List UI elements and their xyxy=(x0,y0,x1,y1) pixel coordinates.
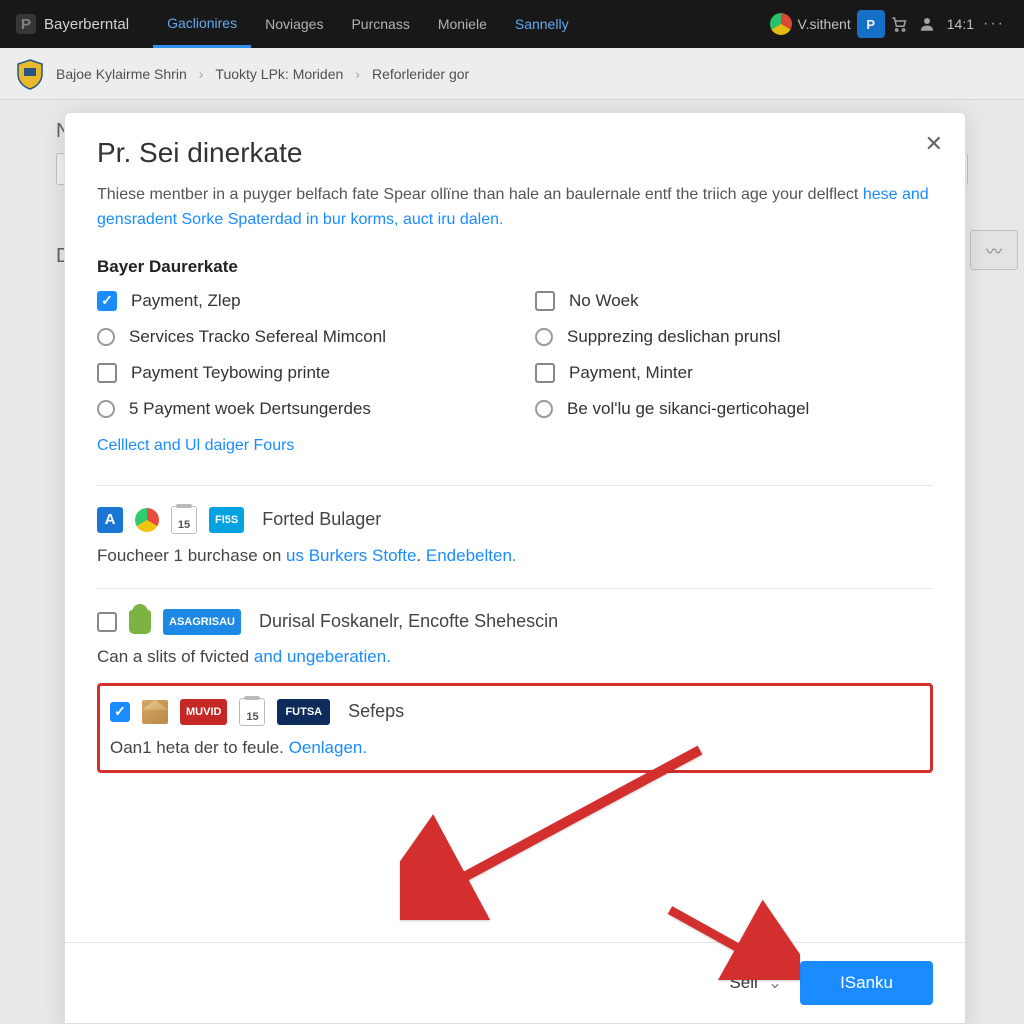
checkbox-icon[interactable] xyxy=(97,612,117,632)
option-label: 5 Payment woek Dertsungerdes xyxy=(129,399,371,419)
option-payment-zlep[interactable]: Payment, Zlep xyxy=(97,291,495,311)
option-label: Be vol'lu ge sikanci-gerticohagel xyxy=(567,399,809,419)
modal-title: Pr. Sei dinerkate xyxy=(97,137,933,169)
section-title: Bayer Daurerkate xyxy=(97,257,933,277)
provider-sub-text: Oan1 heta der to feule. xyxy=(110,738,284,757)
provider-row-forted: A 15 FI5S Forted Bulager Foucheer 1 burc… xyxy=(97,504,933,576)
provider-sub-link[interactable]: and ungeberatien. xyxy=(254,647,391,666)
footer-select-label: Sell xyxy=(729,973,757,993)
option-label: Payment, Zlep xyxy=(131,291,241,311)
calendar-icon: 15 xyxy=(171,506,197,534)
modal-desc-text: Thiese mentber in a puyger belfach fate … xyxy=(97,186,858,203)
option-label: Payment Teybowing printe xyxy=(131,363,330,383)
provider-label: Forted Bulager xyxy=(262,509,381,530)
package-icon xyxy=(142,700,168,724)
option-services-tracko[interactable]: Services Tracko Sefereal Mimconl xyxy=(97,327,495,347)
option-be-vollu[interactable]: Be vol'lu ge sikanci-gerticohagel xyxy=(535,399,933,419)
provider-sub-link[interactable]: Oenlagen. xyxy=(289,738,367,757)
provider-sub-link1[interactable]: us Burkers Stofte xyxy=(286,546,416,565)
checkbox-icon[interactable] xyxy=(535,363,555,383)
option-label: Payment, Minter xyxy=(569,363,693,383)
option-label: Services Tracko Sefereal Mimconl xyxy=(129,327,386,347)
checkbox-icon[interactable] xyxy=(97,291,117,311)
radio-icon[interactable] xyxy=(535,400,553,418)
calendar-icon: 15 xyxy=(239,698,265,726)
provider-label: Durisal Foskanelr, Encofte Shehescin xyxy=(259,611,558,632)
badge-a-icon: A xyxy=(97,507,123,533)
collect-fours-link[interactable]: Celllect and Ul daiger Fours xyxy=(97,437,294,455)
badge-fiss: FI5S xyxy=(209,507,244,533)
provider-row-durisal: ASAGRISAU Durisal Foskanelr, Encofte She… xyxy=(97,607,933,677)
badge-futsa: FUTSA xyxy=(277,699,330,725)
radio-icon[interactable] xyxy=(535,328,553,346)
provider-subtext: Oan1 heta der to feule. Oenlagen. xyxy=(110,738,920,758)
footer-select[interactable]: Sell ⌄ xyxy=(729,973,782,993)
option-payment-teybowing[interactable]: Payment Teybowing printe xyxy=(97,363,495,383)
option-label: No Woek xyxy=(569,291,639,311)
highlighted-provider-row: MUVID 15 FUTSA Sefeps Oan1 heta der to f… xyxy=(97,683,933,773)
radio-icon[interactable] xyxy=(97,400,115,418)
radio-icon[interactable] xyxy=(97,328,115,346)
option-label: Supprezing deslichan prunsl xyxy=(567,327,781,347)
provider-label: Sefeps xyxy=(348,701,404,722)
modal-footer: Sell ⌄ ISanku xyxy=(65,942,965,1023)
option-payment-minter[interactable]: Payment, Minter xyxy=(535,363,933,383)
android-icon xyxy=(129,610,151,634)
provider-subtext: Foucheer 1 burchase on us Burkers Stofte… xyxy=(97,546,933,566)
badge-muvid: MUVID xyxy=(180,699,227,725)
globe-icon xyxy=(135,508,159,532)
badge-asagrisau: ASAGRISAU xyxy=(163,609,241,635)
chevron-down-icon: ⌄ xyxy=(768,973,782,993)
divider xyxy=(97,485,933,486)
modal-dialog: Pr. Sei dinerkate ✕ Thiese mentber in a … xyxy=(64,112,966,1024)
divider xyxy=(97,588,933,589)
options-grid: Payment, Zlep No Woek Services Tracko Se… xyxy=(97,291,933,419)
provider-sub-text: Foucheer 1 burchase on xyxy=(97,546,281,565)
provider-subtext: Can a slits of fvicted and ungeberatien. xyxy=(97,647,933,667)
close-button[interactable]: ✕ xyxy=(925,131,943,157)
checkbox-icon[interactable] xyxy=(110,702,130,722)
option-supprezing[interactable]: Supprezing deslichan prunsl xyxy=(535,327,933,347)
option-5-payment-woek[interactable]: 5 Payment woek Dertsungerdes xyxy=(97,399,495,419)
checkbox-icon[interactable] xyxy=(97,363,117,383)
checkbox-icon[interactable] xyxy=(535,291,555,311)
option-no-woek[interactable]: No Woek xyxy=(535,291,933,311)
provider-sub-link2[interactable]: Endebelten. xyxy=(426,546,517,565)
provider-sub-text: Can a slits of fvicted xyxy=(97,647,249,666)
modal-description: Thiese mentber in a puyger belfach fate … xyxy=(97,183,933,233)
primary-action-button[interactable]: ISanku xyxy=(800,961,933,1005)
